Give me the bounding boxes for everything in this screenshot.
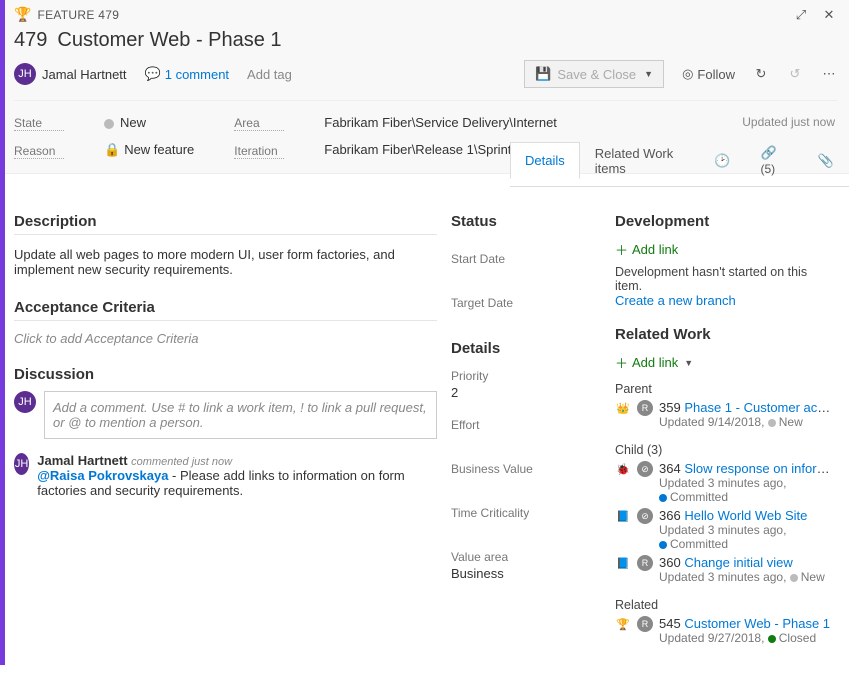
area-value[interactable]: Fabrikam Fiber\Service Delivery\Internet: [324, 115, 702, 130]
eye-icon: ◎: [682, 66, 693, 82]
pbi-icon: 📘: [615, 555, 631, 571]
reason-label: Reason: [14, 144, 64, 159]
assignee-picker[interactable]: JH Jamal Hartnett: [14, 63, 127, 85]
plus-icon: ＋: [615, 353, 628, 372]
feature-icon: 🏆: [615, 616, 631, 632]
add-link-related[interactable]: ＋Add link▼: [615, 353, 835, 372]
priority-value[interactable]: 2: [451, 385, 601, 400]
chevron-down-icon: ▼: [644, 69, 653, 79]
priority-label: Priority: [451, 369, 601, 383]
avatar: R: [637, 400, 653, 416]
state-label: State: [14, 116, 64, 131]
business-value-field[interactable]: Business Value: [451, 462, 601, 476]
attachment-icon: 📎: [818, 153, 834, 168]
save-close-button[interactable]: 💾 Save & Close ▼: [524, 60, 664, 88]
undo-icon[interactable]: ↺: [787, 66, 803, 82]
comment-icon: 💬: [145, 66, 161, 82]
add-tag[interactable]: Add tag: [247, 67, 292, 82]
follow-button[interactable]: ◎ Follow: [682, 66, 735, 82]
lock-icon: 🔒: [104, 142, 120, 157]
history-icon: 🕑: [714, 153, 730, 168]
more-actions-icon[interactable]: ⋯: [821, 66, 837, 82]
time-criticality-field[interactable]: Time Criticality: [451, 506, 601, 520]
development-text: Development hasn't started on this item.: [615, 265, 835, 293]
avatar: R: [637, 616, 653, 632]
chevron-down-icon: ▼: [684, 358, 693, 368]
pbi-icon: 📘: [615, 508, 631, 524]
iteration-label: Iteration: [234, 144, 284, 159]
feature-icon: 🏆: [14, 6, 31, 23]
child-section-label: Child (3): [615, 443, 835, 457]
description-heading: Description: [14, 213, 437, 235]
value-area-label: Value area: [451, 550, 601, 564]
discussion-input[interactable]: Add a comment. Use # to link a work item…: [44, 391, 437, 439]
area-label: Area: [234, 116, 284, 131]
acceptance-input[interactable]: Click to add Acceptance Criteria: [14, 325, 437, 352]
avatar: R: [637, 555, 653, 571]
avatar: JH: [14, 391, 36, 413]
related-section-label: Related: [615, 598, 835, 612]
related-item[interactable]: 🐞 ⊘ 364 Slow response on inform... Updat…: [615, 461, 835, 504]
breadcrumb: 🏆 FEATURE 479 ⤢ ✕: [14, 6, 837, 23]
parent-section-label: Parent: [615, 382, 835, 396]
related-item[interactable]: 📘 R 360 Change initial view Updated 3 mi…: [615, 555, 835, 584]
discussion-heading: Discussion: [14, 366, 437, 387]
link-icon: 🔗: [761, 145, 777, 160]
related-item[interactable]: 👑 R 359 Phase 1 - Customer acce... Updat…: [615, 400, 835, 429]
avatar: ⊘: [637, 508, 653, 524]
effort-field[interactable]: Effort: [451, 418, 601, 432]
related-item[interactable]: 🏆 R 545 Customer Web - Phase 1 Updated 9…: [615, 616, 835, 645]
close-icon[interactable]: ✕: [821, 7, 837, 23]
comment-item: JH Jamal Hartnett commented just now @Ra…: [14, 453, 437, 498]
acceptance-heading: Acceptance Criteria: [14, 299, 437, 321]
avatar: ⊘: [637, 461, 653, 477]
save-icon: 💾: [535, 66, 551, 82]
comments-button[interactable]: 💬 1 comment: [145, 66, 230, 82]
status-heading: Status: [451, 213, 601, 234]
start-date-field[interactable]: Start Date: [451, 252, 601, 266]
avatar: JH: [14, 453, 29, 475]
tab-history[interactable]: 🕑: [699, 142, 745, 179]
target-date-field[interactable]: Target Date: [451, 296, 601, 310]
create-branch-link[interactable]: Create a new branch: [615, 293, 835, 308]
tab-attachments[interactable]: 📎: [803, 142, 849, 179]
page-title: 479 Customer Web - Phase 1: [14, 23, 837, 56]
epic-icon: 👑: [615, 400, 631, 416]
tab-related-work-items[interactable]: Related Work items: [580, 135, 700, 186]
add-link-dev[interactable]: ＋Add link: [615, 240, 835, 259]
reason-value[interactable]: 🔒New feature: [104, 142, 194, 158]
mention-link[interactable]: @Raisa Pokrovskaya: [37, 468, 168, 483]
state-value[interactable]: New: [104, 115, 194, 130]
tab-details[interactable]: Details: [510, 142, 580, 179]
related-work-heading: Related Work: [615, 326, 835, 347]
value-area-value[interactable]: Business: [451, 566, 601, 581]
refresh-icon[interactable]: ↻: [753, 66, 769, 82]
bug-icon: 🐞: [615, 461, 631, 477]
description-text[interactable]: Update all web pages to more modern UI, …: [14, 239, 437, 285]
restore-icon[interactable]: ⤢: [793, 7, 809, 23]
development-heading: Development: [615, 213, 835, 234]
related-item[interactable]: 📘 ⊘ 366 Hello World Web Site Updated 3 m…: [615, 508, 835, 551]
avatar: JH: [14, 63, 36, 85]
tab-links[interactable]: 🔗 (5): [746, 134, 803, 186]
plus-icon: ＋: [615, 240, 628, 259]
details-heading: Details: [451, 340, 601, 361]
